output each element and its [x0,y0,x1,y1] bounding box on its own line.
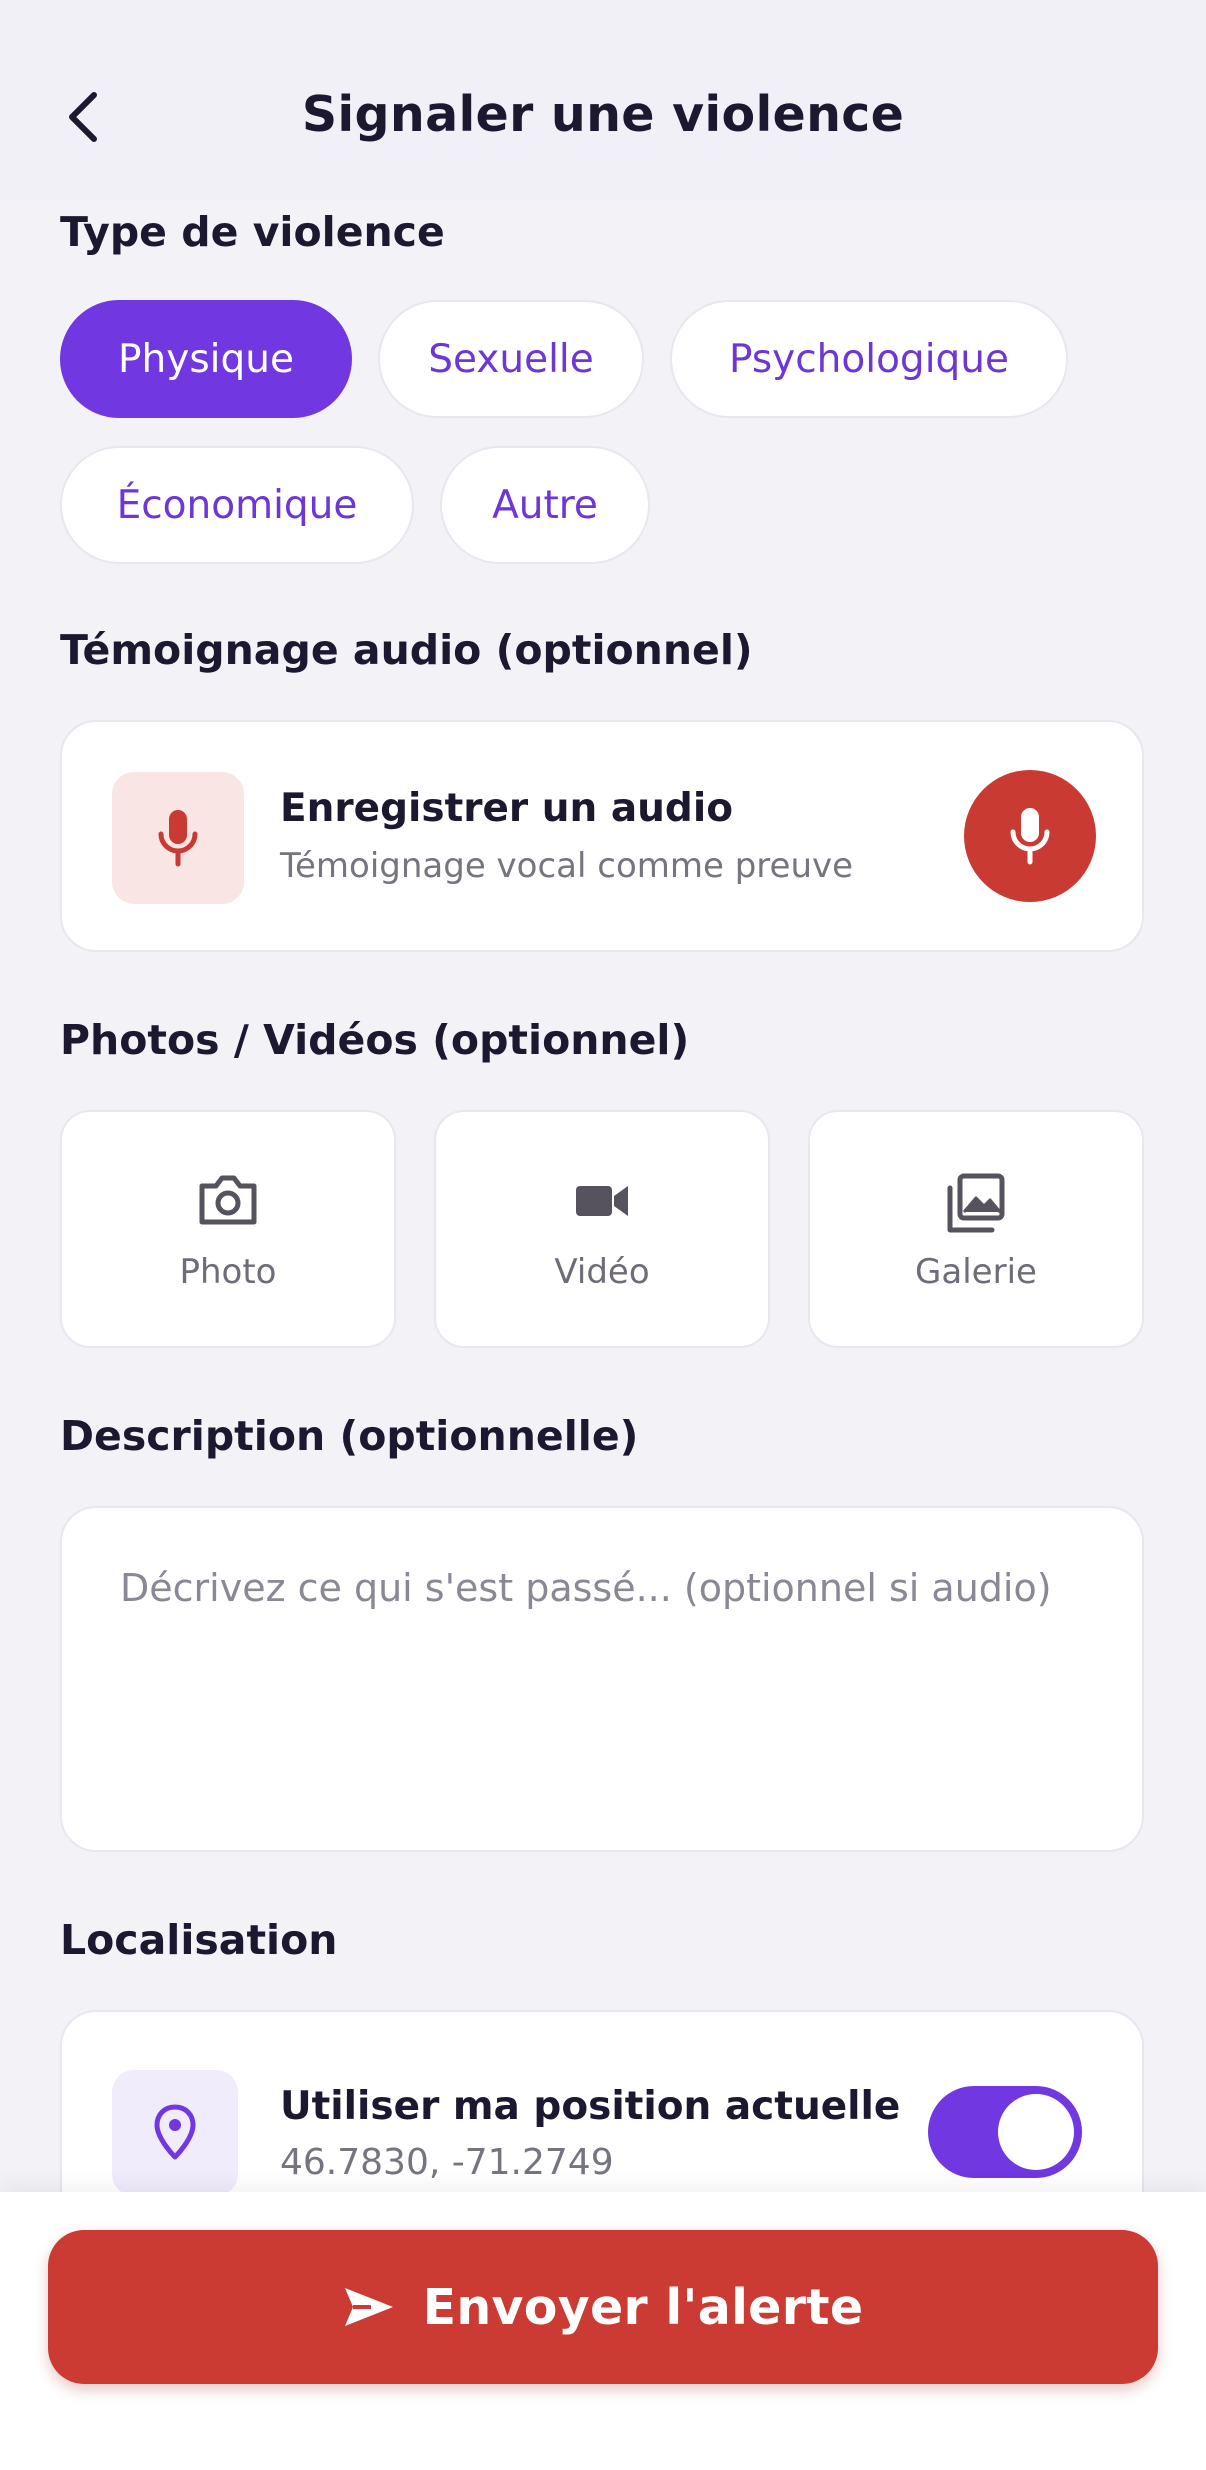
photo-button[interactable]: Photo [60,1110,396,1348]
violence-type-label: Type de violence [60,208,445,256]
gallery-button[interactable]: Galerie [808,1110,1144,1348]
chip-economique[interactable]: Économique [60,446,414,564]
send-alert-label: Envoyer l'alerte [422,2278,864,2336]
microphone-icon [158,810,198,867]
photo-label: Photo [179,1252,277,1292]
toggle-knob [998,2094,1074,2170]
media-section-label: Photos / Vidéos (optionnel) [60,1016,690,1064]
audio-title: Enregistrer un audio [280,786,733,831]
gallery-label: Galerie [915,1252,1037,1292]
chip-autre[interactable]: Autre [440,446,650,564]
location-toggle[interactable] [928,2086,1082,2178]
location-title: Utiliser ma position actuelle [280,2084,901,2129]
location-section-label: Localisation [60,1916,338,1964]
description-section-label: Description (optionnelle) [60,1412,639,1460]
microphone-icon [1010,808,1050,865]
send-icon [344,2288,393,2326]
gallery-icon [947,1173,1005,1233]
audio-record-card[interactable]: Enregistrer un audio Témoignage vocal co… [60,720,1144,952]
location-icon-tile [112,2070,238,2196]
chip-physique[interactable]: Physique [60,300,352,418]
location-pin-icon [154,2104,196,2160]
chip-psychologique[interactable]: Psychologique [670,300,1068,418]
audio-icon-tile [112,772,244,904]
audio-subtitle: Témoignage vocal comme preuve [280,846,854,886]
video-button[interactable]: Vidéo [434,1110,770,1348]
video-camera-icon [576,1186,628,1216]
record-audio-button[interactable] [964,770,1096,902]
location-coords: 46.7830, -71.2749 [280,2142,614,2183]
send-alert-button[interactable]: Envoyer l'alerte [48,2230,1158,2384]
page-title: Signaler une violence [301,86,905,143]
camera-icon [199,1175,257,1225]
description-textarea[interactable]: Décrivez ce qui s'est passé... (optionne… [60,1506,1144,1852]
video-label: Vidéo [554,1252,650,1292]
audio-section-label: Témoignage audio (optionnel) [60,626,753,674]
chip-sexuelle[interactable]: Sexuelle [378,300,644,418]
app-header: Signaler une violence [0,0,1206,200]
